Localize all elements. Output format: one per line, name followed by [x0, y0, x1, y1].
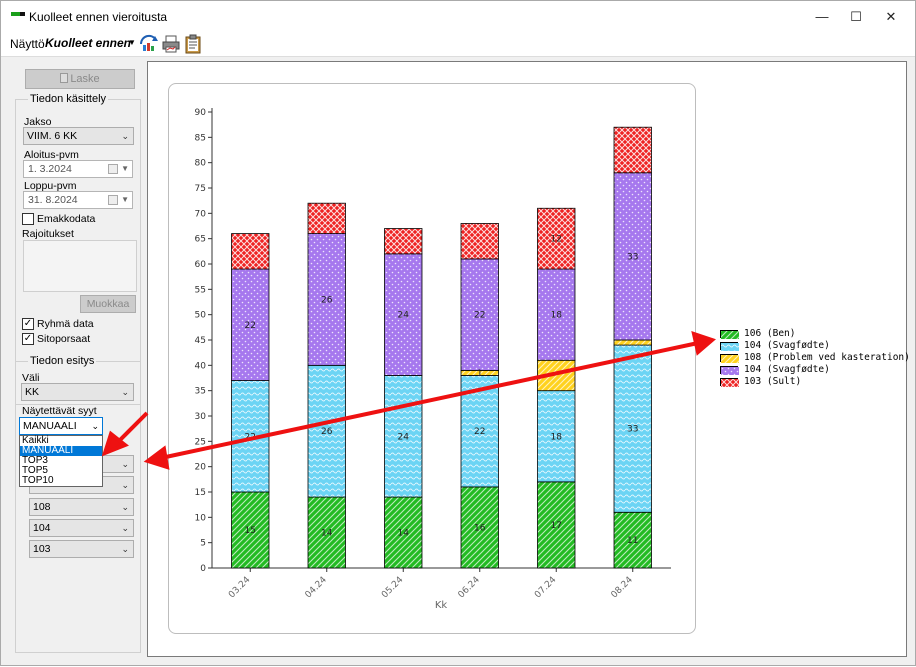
legend-label: 106 (Ben)	[744, 328, 796, 339]
data-label: 22	[474, 427, 485, 437]
x-tick-label: 06.24	[457, 575, 482, 600]
legend-item: 104 (Svagfødte)	[720, 340, 910, 352]
x-tick-label: 05.24	[380, 575, 405, 600]
bar-segment	[537, 359, 576, 392]
bar-segment	[384, 228, 423, 255]
data-label: 14	[321, 529, 333, 539]
legend-swatch	[720, 354, 739, 363]
data-label: 26	[321, 295, 333, 305]
bar-segment	[613, 339, 652, 346]
y-tick-label: 0	[200, 564, 206, 574]
y-tick-label: 15	[195, 488, 206, 498]
y-tick-label: 35	[195, 387, 206, 397]
legend-label: 104 (Svagfødte)	[744, 364, 830, 375]
y-tick-label: 70	[195, 209, 207, 219]
y-tick-label: 65	[195, 235, 206, 245]
y-tick-label: 20	[195, 463, 207, 473]
x-tick-label: 04.24	[304, 575, 329, 600]
legend-item: 103 (Sult)	[720, 376, 910, 388]
y-tick-label: 5	[200, 539, 206, 549]
y-tick-label: 55	[195, 285, 206, 295]
y-tick-label: 25	[195, 437, 206, 447]
legend-swatch	[720, 342, 739, 351]
data-label: 18	[551, 432, 563, 442]
bar-segment	[460, 223, 499, 260]
bar-segment	[307, 202, 346, 234]
y-tick-label: 30	[195, 412, 207, 422]
x-axis-title: Kk	[435, 600, 448, 611]
data-label: 18	[551, 311, 563, 321]
bar-segment	[613, 126, 652, 174]
chart-legend: 106 (Ben) 104 (Svagfødte) 108 (Problem ved…	[720, 328, 910, 388]
legend-swatch	[720, 378, 739, 387]
legend-item: 106 (Ben)	[720, 328, 910, 340]
data-label: 22	[245, 432, 256, 442]
y-tick-label: 50	[195, 311, 207, 321]
app-window: Kuolleet ennen vieroitusta — ☐ ✕ Näyttö …	[0, 0, 916, 666]
chart-labels: 15 22 22 14 26 26 14 24 24 16 22 1 22 17 18 18 12 11 33 33	[245, 235, 639, 546]
legend-item: 104 (Svagfødte)	[720, 364, 910, 376]
y-tick-label: 75	[195, 184, 206, 194]
y-tick-label: 80	[195, 159, 207, 169]
y-tick-label: 85	[195, 133, 206, 143]
y-tick-label: 45	[195, 336, 206, 346]
legend-item: 108 (Problem ved kasteration)	[720, 352, 910, 364]
y-tick-label: 40	[195, 361, 207, 371]
legend-swatch	[720, 330, 739, 339]
x-tick-label: 08.24	[610, 575, 635, 600]
y-tick-label: 10	[195, 513, 207, 523]
chart-bars	[231, 126, 652, 569]
y-tick-label: 90	[195, 108, 207, 118]
legend-label: 108 (Problem ved kasteration)	[744, 352, 910, 363]
legend-label: 104 (Svagfødte)	[744, 340, 830, 351]
data-label: 17	[551, 521, 562, 531]
data-label: 1	[477, 369, 483, 379]
data-label: 15	[245, 526, 256, 536]
data-label: 33	[627, 252, 638, 262]
data-label: 16	[474, 523, 486, 533]
x-tick-label: 07.24	[533, 575, 558, 600]
data-label: 12	[551, 235, 562, 245]
data-label: 14	[398, 529, 410, 539]
data-label: 11	[627, 536, 638, 546]
data-label: 33	[627, 425, 638, 435]
data-label: 24	[398, 432, 410, 442]
legend-swatch	[720, 366, 739, 375]
data-label: 22	[245, 321, 256, 331]
bar-segment	[231, 233, 270, 270]
data-label: 22	[474, 311, 485, 321]
data-label: 24	[398, 311, 410, 321]
y-tick-label: 60	[195, 260, 207, 270]
x-tick-label: 03.24	[227, 575, 252, 600]
data-label: 26	[321, 427, 333, 437]
legend-label: 103 (Sult)	[744, 376, 802, 387]
